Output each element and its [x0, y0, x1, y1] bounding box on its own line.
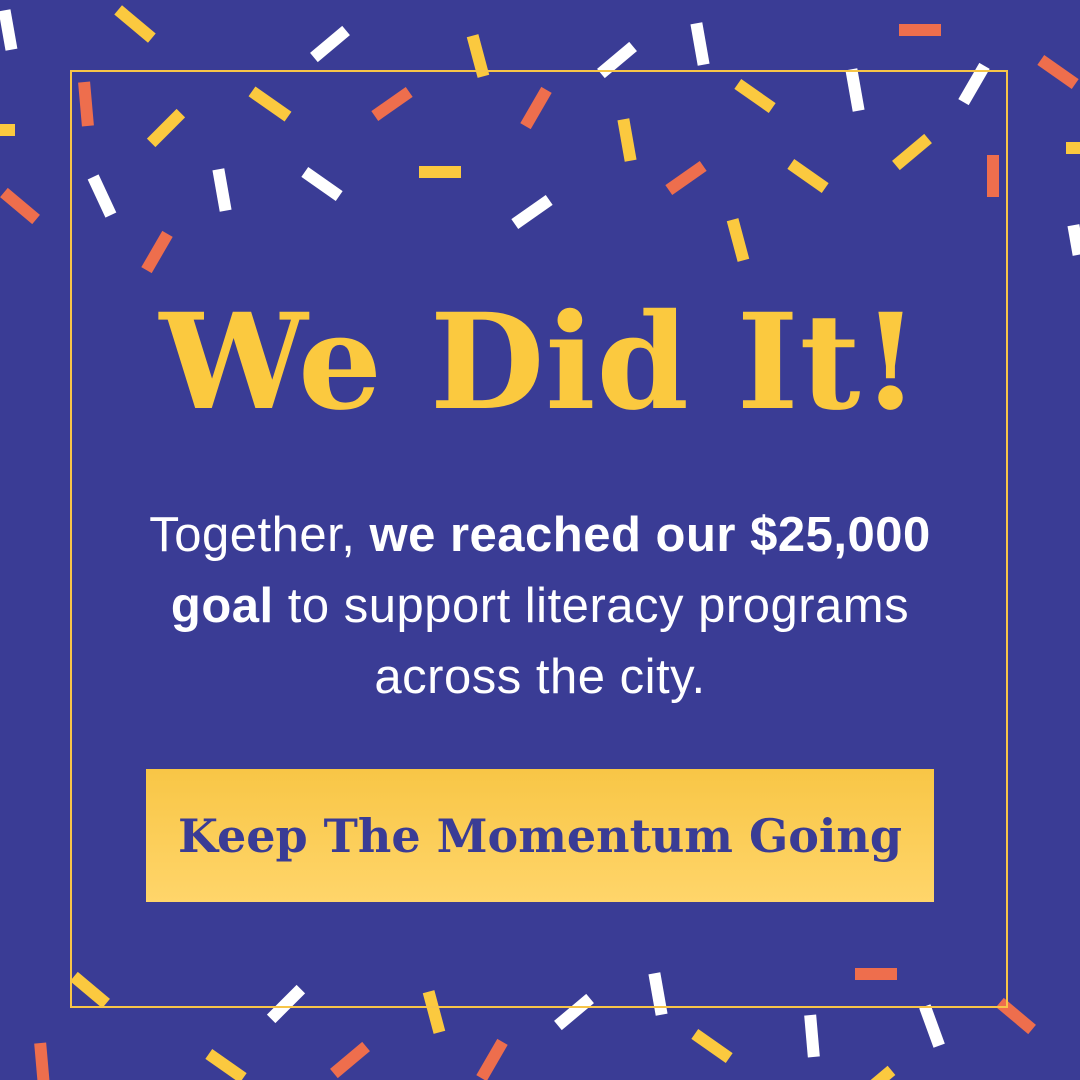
confetti-piece	[1037, 55, 1079, 89]
confetti-piece	[34, 1042, 50, 1080]
confetti-piece	[205, 1049, 247, 1080]
confetti-piece	[0, 9, 18, 51]
confetti-piece	[0, 124, 15, 136]
confetti-piece	[1067, 224, 1080, 256]
confetti-piece	[1066, 142, 1080, 154]
confetti-piece	[864, 1065, 896, 1080]
confetti-piece	[330, 1041, 370, 1079]
message-part-1: Together,	[149, 508, 370, 562]
confetti-piece	[804, 1014, 820, 1058]
announcement-card: We Did It! Together, we reached our $25,…	[0, 0, 1080, 1080]
message-part-2: to support literacy programs across the …	[273, 579, 910, 704]
confetti-piece	[690, 22, 710, 66]
headline: We Did It!	[159, 285, 921, 440]
message-text: Together, we reached our $25,000 goal to…	[110, 500, 970, 713]
confetti-piece	[310, 25, 350, 63]
confetti-piece	[114, 5, 156, 43]
confetti-piece	[899, 24, 941, 36]
confetti-piece	[691, 1029, 733, 1063]
keep-momentum-button[interactable]: Keep The Momentum Going	[146, 769, 934, 902]
confetti-piece	[919, 1004, 945, 1048]
confetti-piece	[0, 187, 40, 225]
confetti-piece	[476, 1038, 508, 1080]
